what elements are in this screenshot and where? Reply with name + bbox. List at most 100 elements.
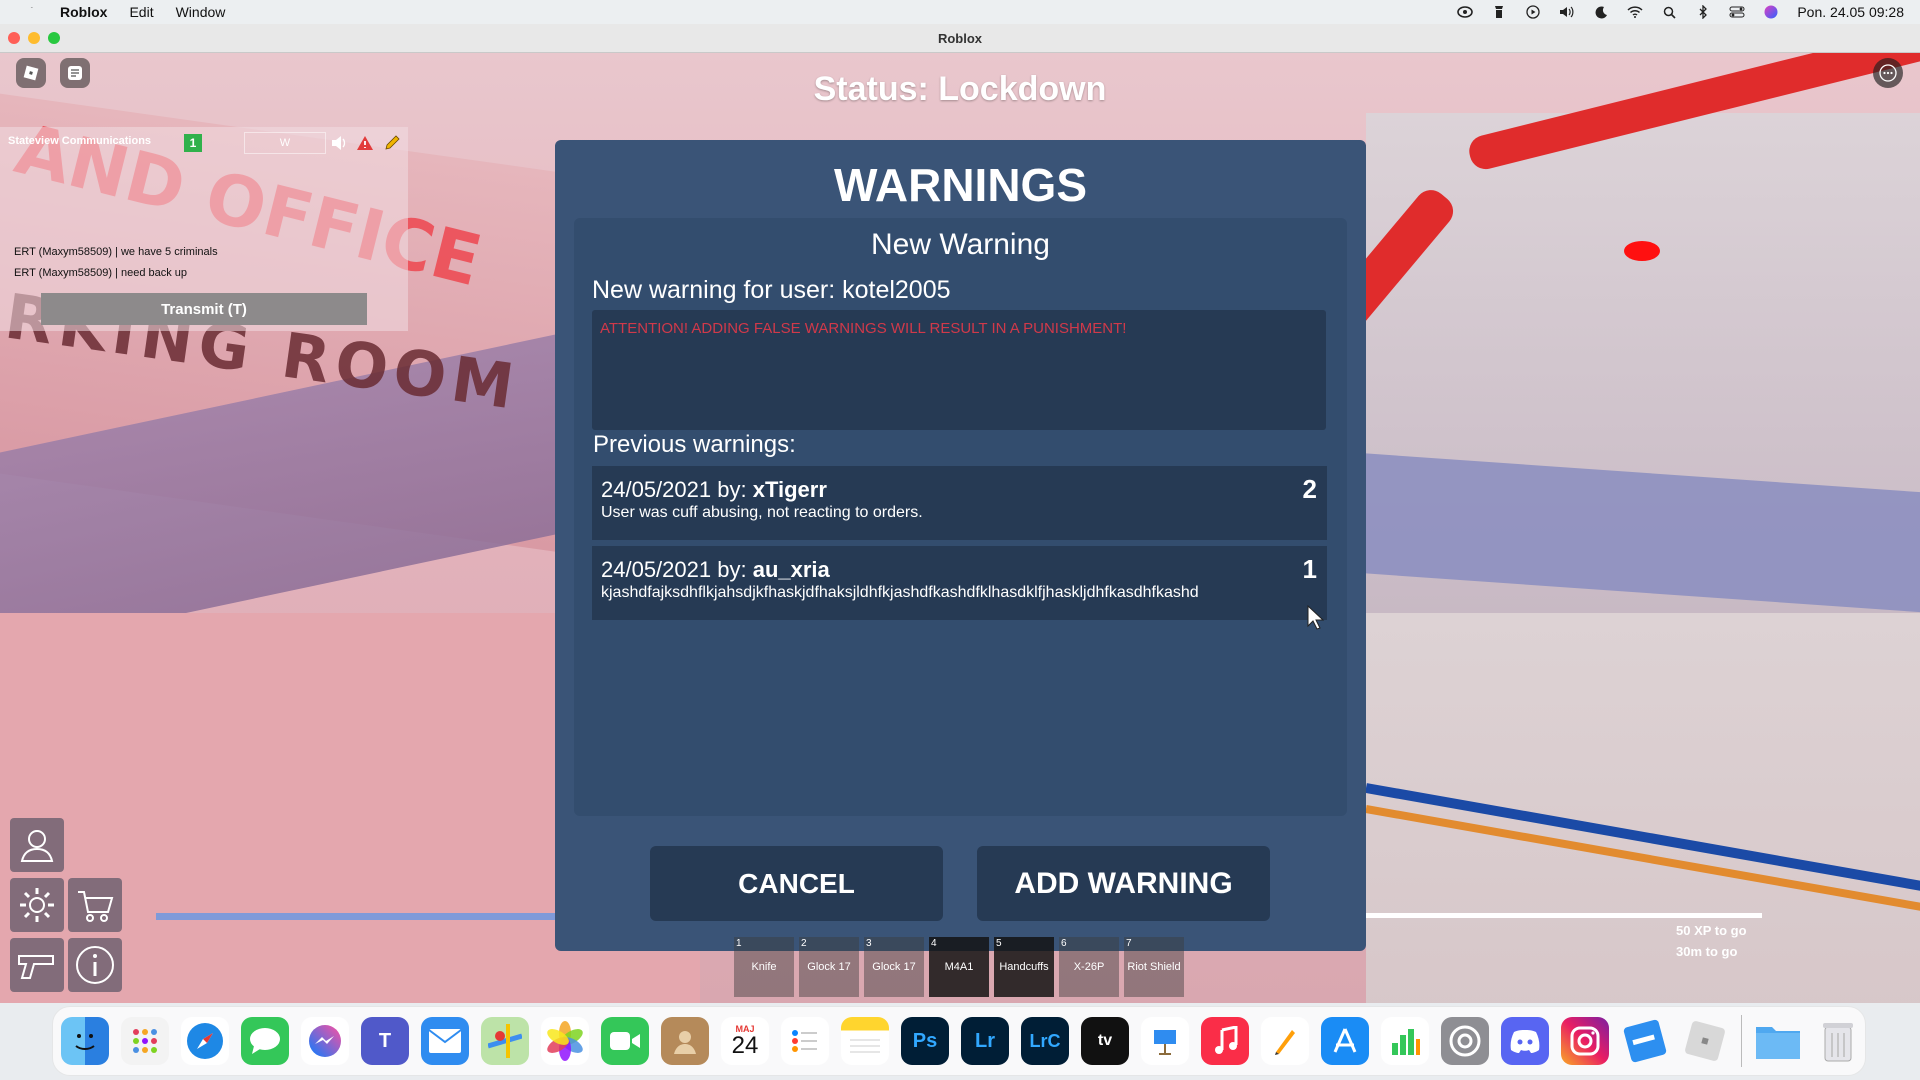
control-center-icon[interactable] — [1729, 5, 1745, 19]
dialog-title: WARNINGS — [834, 159, 1087, 211]
hotbar-slot[interactable]: 7 Riot Shield — [1124, 937, 1184, 997]
downloads-folder-icon[interactable] — [1754, 1017, 1802, 1065]
warning-date: 24/05/2021 by: — [601, 557, 747, 582]
pencil-icon[interactable] — [382, 133, 402, 153]
system-preferences-icon[interactable] — [1441, 1017, 1489, 1065]
xp-to-go: 50 XP to go — [1676, 923, 1747, 938]
transmit-button[interactable]: Transmit (T) — [41, 293, 367, 325]
hotbar-slot[interactable]: 4 M4A1 — [929, 937, 989, 997]
warning-number: 1 — [1302, 554, 1317, 584]
chat-button[interactable] — [60, 58, 90, 88]
instagram-icon[interactable] — [1561, 1017, 1609, 1065]
warning-text-input[interactable]: ATTENTION! ADDING FALSE WARNINGS WILL RE… — [592, 310, 1326, 430]
settings-button[interactable] — [10, 878, 64, 932]
hotbar-slot[interactable]: 2 Glock 17 — [799, 937, 859, 997]
hotbar-slot[interactable]: 1 Knife — [734, 937, 794, 997]
game-status-title: Status: Lockdown — [813, 70, 1107, 108]
maps-icon[interactable] — [481, 1017, 529, 1065]
launchpad-icon[interactable] — [121, 1017, 169, 1065]
siri-icon[interactable] — [1763, 5, 1779, 19]
pages-icon[interactable] — [1261, 1017, 1309, 1065]
apple-menu-icon[interactable] — [22, 4, 38, 20]
keynote-icon[interactable] — [1141, 1017, 1189, 1065]
slot-label: M4A1 — [944, 961, 974, 973]
apple-tv-icon[interactable]: tv — [1081, 1017, 1129, 1065]
volume-icon[interactable] — [1559, 5, 1575, 19]
finder-icon[interactable] — [61, 1017, 109, 1065]
play-icon[interactable] — [1525, 5, 1541, 19]
hotbar-slot[interactable]: 5 Handcuffs — [994, 937, 1054, 997]
messenger-icon[interactable] — [301, 1017, 349, 1065]
warning-reason: kjashdfajksdhflkjahsdjkfhaskjdfhaksjldhf… — [601, 584, 1199, 601]
gun-icon — [18, 955, 54, 979]
warning-reason: User was cuff abusing, not reacting to o… — [601, 504, 923, 521]
window-title-bar: Roblox — [0, 24, 1920, 53]
night-shift-icon[interactable] — [1593, 5, 1609, 19]
teams-icon[interactable]: T — [361, 1017, 409, 1065]
lightroom-classic-icon[interactable]: LrC — [1021, 1017, 1069, 1065]
discord-icon[interactable] — [1501, 1017, 1549, 1065]
spotlight-search-icon[interactable] — [1661, 5, 1677, 19]
minimize-window-button[interactable] — [28, 32, 40, 44]
roblox-studio-icon[interactable] — [1621, 1017, 1669, 1065]
hotbar-slot[interactable]: 3 Glock 17 — [864, 937, 924, 997]
weapons-button[interactable] — [10, 938, 64, 992]
warning-item[interactable]: 24/05/2021 by: au_xria kjashdfajksdhflkj… — [592, 546, 1327, 620]
slot-number: 1 — [736, 938, 742, 949]
speaker-icon[interactable] — [330, 133, 350, 153]
creative-cloud-icon[interactable] — [1457, 5, 1474, 19]
photoshop-icon[interactable]: Ps — [901, 1017, 949, 1065]
app-store-icon[interactable] — [1321, 1017, 1369, 1065]
hotbar-slot[interactable]: 6 X-26P — [1059, 937, 1119, 997]
add-warning-button[interactable]: ADD WARNING — [977, 846, 1270, 921]
numbers-icon[interactable] — [1381, 1017, 1429, 1065]
alert-icon[interactable] — [355, 133, 375, 153]
notes-icon[interactable] — [841, 1017, 889, 1065]
calendar-icon[interactable]: MAJ 24 — [721, 1017, 769, 1065]
radio-channel-box[interactable]: W — [244, 132, 326, 154]
mail-icon[interactable] — [421, 1017, 469, 1065]
xp-bar-left — [156, 913, 556, 920]
roblox-icon[interactable] — [1681, 1017, 1729, 1065]
slot-label: Knife — [751, 961, 777, 973]
warning-header: 24/05/2021 by: au_xria — [601, 557, 830, 583]
cancel-button[interactable]: CANCEL — [650, 846, 943, 921]
user-icon — [20, 830, 54, 862]
radio-message: ERT (Maxym58509) | need back up — [14, 267, 188, 279]
reminders-icon[interactable] — [781, 1017, 829, 1065]
dock: T MAJ 24 Ps Lr LrC tv — [52, 1006, 1866, 1076]
slot-number: 3 — [866, 938, 872, 949]
menu-edit[interactable]: Edit — [129, 4, 153, 20]
lightroom-label: Lr — [975, 1029, 995, 1052]
lightroom-icon[interactable]: Lr — [961, 1017, 1009, 1065]
bluetooth-icon[interactable] — [1695, 5, 1711, 19]
slot-number: 7 — [1126, 938, 1132, 949]
more-options-button[interactable] — [1873, 58, 1903, 88]
photos-icon[interactable] — [541, 1017, 589, 1065]
radio-channel-name: Stateview Communications — [8, 135, 152, 147]
menu-bar: Roblox Edit Window Pon. 24.05 09:28 — [0, 0, 1920, 24]
time-to-go: 30m to go — [1676, 944, 1738, 959]
roblox-logo-button[interactable] — [16, 58, 46, 88]
info-button[interactable] — [68, 938, 122, 992]
warning-item[interactable]: 24/05/2021 by: xTigerr User was cuff abu… — [592, 466, 1327, 540]
facetime-icon[interactable] — [601, 1017, 649, 1065]
close-window-button[interactable] — [8, 32, 20, 44]
contacts-icon[interactable] — [661, 1017, 709, 1065]
profile-button[interactable] — [10, 818, 64, 872]
lightroom-classic-label: LrC — [1029, 1030, 1061, 1051]
menu-window[interactable]: Window — [176, 4, 226, 20]
menu-clock[interactable]: Pon. 24.05 09:28 — [1797, 4, 1904, 20]
music-icon[interactable] — [1201, 1017, 1249, 1065]
trash-icon[interactable] — [1814, 1017, 1862, 1065]
warning-date: 24/05/2021 by: — [601, 477, 747, 502]
slot-number: 6 — [1061, 938, 1067, 949]
menu-app-name[interactable]: Roblox — [60, 4, 107, 20]
fire-extension-icon[interactable] — [1491, 5, 1507, 19]
shop-button[interactable] — [68, 878, 122, 932]
messages-icon[interactable] — [241, 1017, 289, 1065]
mouse-cursor-icon — [1307, 604, 1325, 630]
wifi-icon[interactable] — [1627, 5, 1643, 19]
fullscreen-window-button[interactable] — [48, 32, 60, 44]
safari-icon[interactable] — [181, 1017, 229, 1065]
